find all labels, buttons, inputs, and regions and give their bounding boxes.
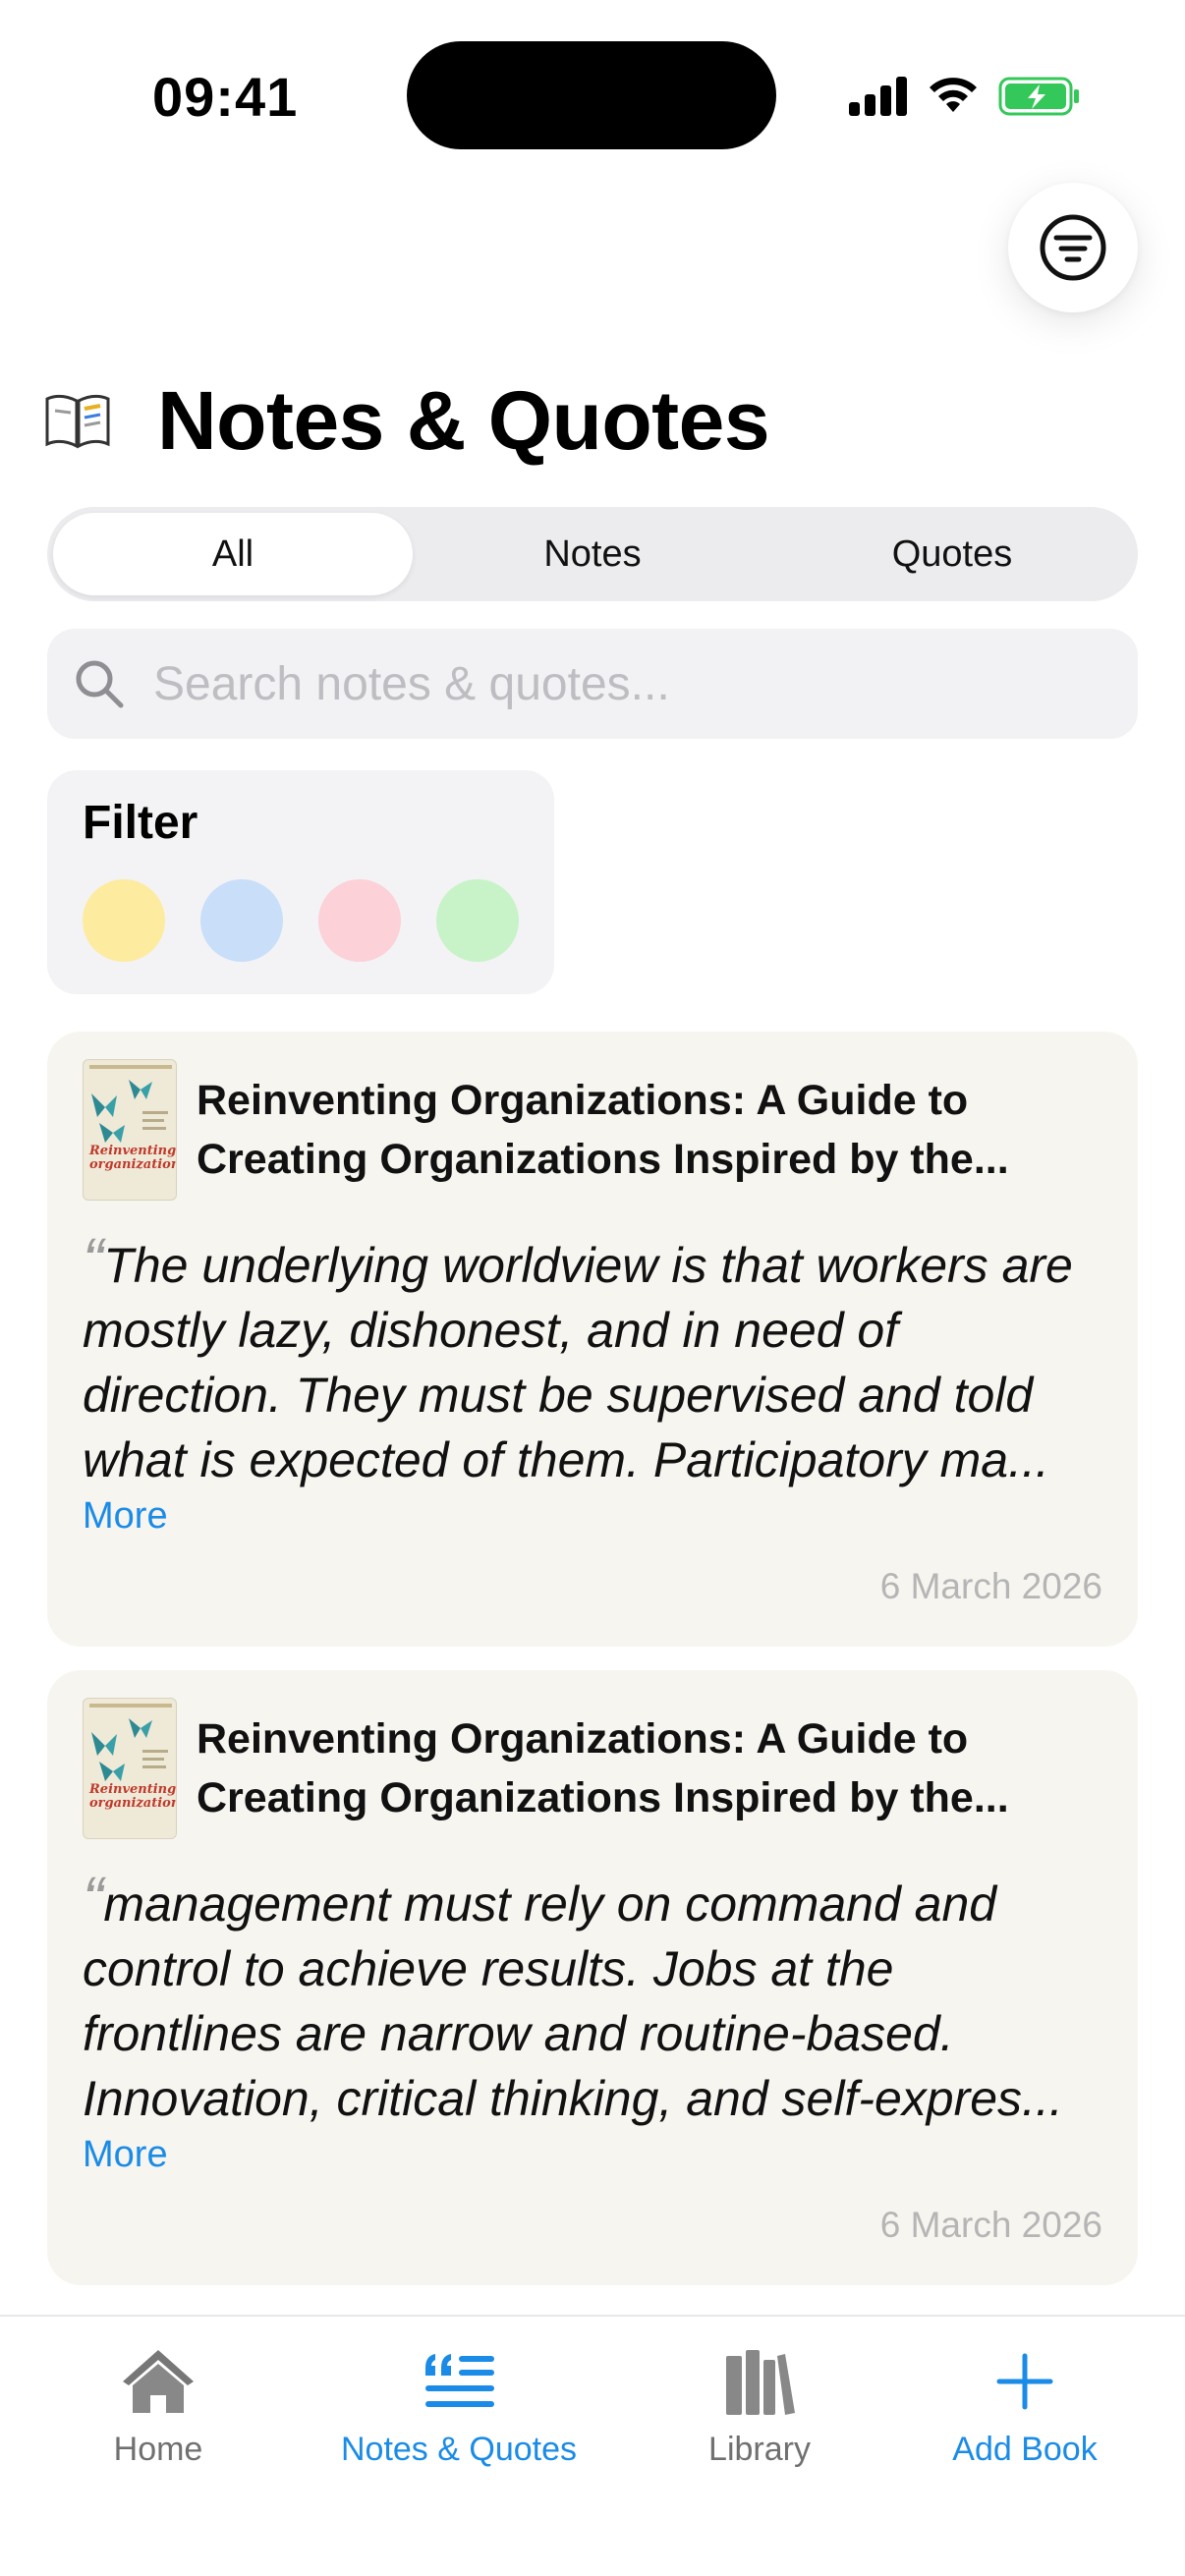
tab-library[interactable]: Library — [622, 2346, 897, 2469]
quote-mark-icon: “ — [83, 1867, 104, 1934]
plus-icon — [996, 2353, 1053, 2410]
butterfly-cover-art — [89, 1704, 172, 1781]
card-header: Reinventing organizations Reinventing Or… — [83, 1698, 1102, 1839]
tab-add-book[interactable]: Add Book — [887, 2346, 1162, 2469]
segment-quotes[interactable]: Quotes — [772, 513, 1132, 595]
tab-notes-quotes[interactable]: Notes & Quotes — [321, 2346, 596, 2469]
color-swatches — [83, 879, 519, 962]
color-swatch-blue[interactable] — [200, 879, 283, 962]
books-icon — [726, 2350, 795, 2415]
house-icon — [123, 2350, 194, 2413]
open-book-icon — [45, 394, 110, 449]
quote-text-block: “management must rely on command and con… — [83, 1867, 1102, 2126]
quote-date: 6 March 2026 — [879, 1566, 1102, 1606]
search-icon — [76, 660, 124, 708]
quote-lines-icon — [425, 2354, 494, 2407]
tab-library-label: Library — [708, 2431, 811, 2468]
color-swatch-pink[interactable] — [318, 879, 401, 962]
cellular-signal-icon — [849, 75, 908, 116]
book-title: Reinventing Organizations: A Guide to Cr… — [197, 1077, 1009, 1183]
page-title: Notes & Quotes — [157, 373, 770, 467]
segmented-control: All Notes Quotes — [47, 507, 1138, 601]
quote-card[interactable]: Reinventing organizations Reinventing Or… — [47, 1670, 1138, 2285]
book-title: Reinventing Organizations: A Guide to Cr… — [197, 1715, 1009, 1821]
page-header: Notes & Quotes — [43, 371, 770, 470]
search-input[interactable] — [153, 656, 1038, 711]
dynamic-island — [407, 41, 776, 149]
tab-bar: Home Notes & Quotes Library Add Book — [0, 2315, 1185, 2576]
quote-card[interactable]: Reinventing organizations Reinventing Or… — [47, 1032, 1138, 1647]
tab-home-label: Home — [113, 2431, 203, 2468]
battery-charging-icon — [998, 77, 1079, 116]
book-cover-title: Reinventing organizations — [89, 1782, 177, 1811]
quote-text: management must rely on command and cont… — [83, 1876, 1063, 2126]
color-filter-panel: Filter — [47, 770, 554, 994]
quote-text-block: “The underlying worldview is that worker… — [83, 1228, 1102, 1487]
wifi-icon — [930, 78, 977, 112]
filter-menu-button[interactable] — [1008, 183, 1138, 312]
filter-lines-icon — [1040, 214, 1106, 281]
color-swatch-yellow[interactable] — [83, 879, 165, 962]
quote-mark-icon: “ — [83, 1228, 104, 1296]
book-cover: Reinventing organizations — [83, 1698, 177, 1839]
book-cover-title: Reinventing organizations — [89, 1144, 177, 1172]
segment-notes[interactable]: Notes — [413, 513, 772, 595]
color-swatch-green[interactable] — [436, 879, 519, 962]
filter-label: Filter — [83, 797, 198, 849]
more-link[interactable]: More — [83, 1495, 1102, 1538]
status-bar: 09:41 — [0, 0, 1185, 187]
status-time: 09:41 — [152, 66, 299, 128]
quote-text: The underlying worldview is that workers… — [83, 1238, 1073, 1487]
butterfly-cover-art — [89, 1065, 172, 1143]
tab-notes-label: Notes & Quotes — [340, 2431, 577, 2468]
search-bar — [47, 629, 1138, 739]
tab-add-book-label: Add Book — [952, 2431, 1098, 2468]
tab-home[interactable]: Home — [21, 2346, 296, 2469]
segment-all[interactable]: All — [53, 513, 413, 595]
more-link[interactable]: More — [83, 2134, 1102, 2176]
book-cover: Reinventing organizations — [83, 1059, 177, 1201]
card-header: Reinventing organizations Reinventing Or… — [83, 1059, 1102, 1201]
quote-date: 6 March 2026 — [879, 2205, 1102, 2245]
